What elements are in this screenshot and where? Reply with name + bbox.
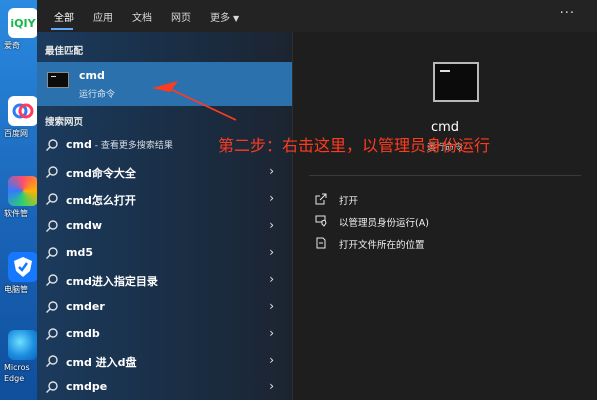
chevron-down-icon: ▼ [233,14,240,23]
start-search-panel: 全部 应用 文档 网页 更多 ▼ ··· 最佳匹配 cmd 运行命令 搜索网页 c… [37,0,597,400]
chevron-right-icon[interactable]: › [269,164,274,178]
desktop-shortcut-baidu-netdisk[interactable]: 百度网 [4,96,38,166]
desktop-shortcut-edge[interactable]: Micros Edge [4,330,38,400]
tab-apps[interactable]: 应用 [93,9,113,24]
web-result-item[interactable]: cmd怎么打开 › [37,187,292,213]
desktop-background: iQIY 爱奇 百度网 软件管 电脑管 Micros Edge [0,0,38,400]
pc-manager-icon [8,252,38,282]
web-result-label: cmdpe [66,380,108,393]
open-file-location-label: 打开文件所在的位置 [339,240,425,251]
web-result-item[interactable]: cmder › [37,295,292,321]
open-file-location-icon [316,237,326,249]
best-match-heading: 最佳匹配 [45,46,84,57]
search-web-heading: 搜索网页 [45,117,84,128]
open-icon [315,193,327,205]
web-result-item[interactable]: cmdw › [37,214,292,240]
search-icon [46,381,58,393]
desktop-shortcut-label: 软件管 [4,209,28,218]
web-result-label: cmdw [66,219,103,232]
search-icon [46,220,58,232]
desktop-shortcut-label: 爱奇 [4,41,20,50]
web-result-label: cmd进入指定目录 [66,275,158,288]
search-icon [46,274,58,286]
chevron-right-icon[interactable]: › [269,379,274,393]
web-result-item[interactable]: cmd命令大全 › [37,160,292,186]
tab-web[interactable]: 网页 [171,9,191,24]
web-result-item[interactable]: cmd进入指定目录 › [37,268,292,294]
tab-more[interactable]: 更多 ▼ [210,9,239,24]
web-result-item[interactable]: cmd 进入d盘 › [37,349,292,375]
desktop-shortcut-software-manager[interactable]: 软件管 [4,176,38,246]
preview-divider [309,175,581,176]
desktop-shortcut-pc-manager[interactable]: 电脑管 [4,252,38,322]
web-result-label: cmd - 查看更多搜索结果 [66,138,173,151]
annotation-text: 第二步：右击这里，以管理员身份运行 [218,136,491,155]
run-as-admin-label: 以管理员身份运行(A) [339,218,429,229]
best-match-item[interactable]: cmd 运行命令 [37,62,292,106]
best-match-name: cmd [79,69,105,82]
active-tab-indicator [51,28,73,30]
desktop-shortcut-label: 电脑管 [4,285,28,294]
chevron-right-icon[interactable]: › [269,272,274,286]
run-as-admin-icon [315,215,327,227]
web-result-sub: - 查看更多搜索结果 [91,141,173,151]
search-scope-tabs: 全部 应用 文档 网页 更多 ▼ ··· [37,0,597,32]
search-icon [46,301,58,313]
desktop-shortcut-label: 百度网 [4,129,28,138]
web-result-label: cmdb [66,327,100,340]
search-icon [46,139,58,151]
search-icon [46,328,58,340]
web-result-item[interactable]: cmdb › [37,322,292,348]
chevron-right-icon[interactable]: › [269,299,274,313]
web-result-label: cmd命令大全 [66,167,136,180]
chevron-right-icon[interactable]: › [269,326,274,340]
tab-more-label: 更多 [210,13,230,24]
search-icon [46,355,58,367]
results-pane: 最佳匹配 cmd 运行命令 搜索网页 cmd - 查看更多搜索结果 cmd命令大… [37,32,292,400]
chevron-right-icon[interactable]: › [269,353,274,367]
iqiyi-icon: iQIY [8,8,38,38]
web-result-label: cmd怎么打开 [66,194,136,207]
command-prompt-icon [47,72,69,88]
tab-all[interactable]: 全部 [54,9,74,24]
open-action-label: 打开 [339,196,359,207]
web-result-label: cmd 进入d盘 [66,356,137,369]
search-icon [46,166,58,178]
open-file-location-action[interactable]: 打开文件所在的位置 [315,235,575,253]
tab-documents[interactable]: 文档 [132,9,152,24]
chevron-right-icon[interactable]: › [269,218,274,232]
web-result-item[interactable]: md5 › [37,241,292,267]
preview-pane: cmd 运行命令 打开 以管理员身份运行(A) 打开文件所在的位置 [293,32,597,400]
command-prompt-large-icon [433,62,479,102]
edge-icon [8,330,38,360]
open-action[interactable]: 打开 [315,191,575,209]
web-result-label: md5 [66,246,93,259]
web-result-item[interactable]: cmdpe › [37,375,292,400]
baidu-netdisk-icon [8,96,38,126]
desktop-shortcut-label: Micros Edge [4,363,30,383]
desktop-shortcut-iqiyi[interactable]: iQIY 爱奇 [4,8,38,78]
search-icon [46,247,58,259]
search-icon [46,193,58,205]
best-match-subtitle: 运行命令 [79,90,116,100]
software-manager-icon [8,176,38,206]
more-options-button[interactable]: ··· [560,6,575,21]
chevron-right-icon[interactable]: › [269,245,274,259]
run-as-admin-action[interactable]: 以管理员身份运行(A) [315,213,575,231]
chevron-right-icon[interactable]: › [269,191,274,205]
web-result-label: cmder [66,300,105,313]
